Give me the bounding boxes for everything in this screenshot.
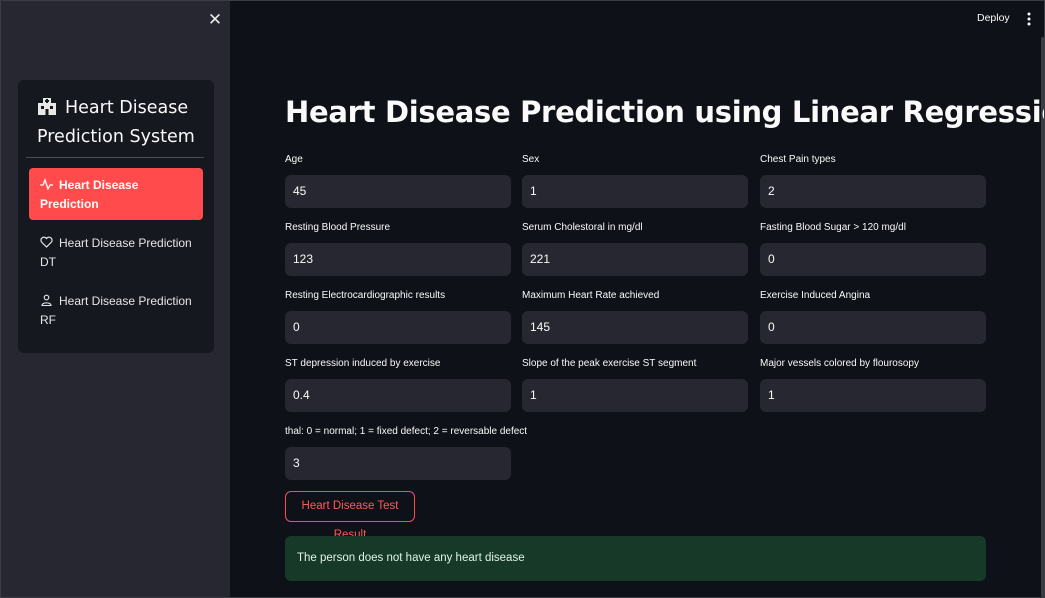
activity-icon xyxy=(40,178,53,190)
option-menu: Heart Disease Prediction System Heart Di… xyxy=(18,80,214,353)
kebab-menu-icon[interactable] xyxy=(1023,11,1035,27)
sidebar-item-label: Heart Disease Prediction xyxy=(40,178,139,211)
menu-title-text: Heart Disease Prediction System xyxy=(37,98,195,147)
hospital-icon xyxy=(38,98,56,115)
heart-icon xyxy=(40,236,53,248)
fasting-blood-sugar-input[interactable]: 0 xyxy=(760,243,986,276)
deploy-button[interactable]: Deploy xyxy=(977,12,1010,24)
major-vessels-field: Major vessels colored by flourosopy 1 xyxy=(760,357,986,412)
sidebar-item-heart-disease-prediction-rf[interactable]: Heart Disease Prediction RF xyxy=(29,284,203,338)
test-result-button[interactable]: Heart Disease Test Result xyxy=(285,491,415,541)
field-label: Major vessels colored by flourosopy xyxy=(760,358,919,369)
st-depression-input[interactable]: 0.4 xyxy=(285,379,511,412)
thal-field: thal: 0 = normal; 1 = fixed defect; 2 = … xyxy=(285,425,528,480)
field-label: Age xyxy=(285,154,303,165)
menu-divider xyxy=(26,157,204,158)
field-label: Sex xyxy=(522,154,540,165)
max-heart-rate-input[interactable]: 145 xyxy=(522,311,748,344)
cholesterol-input[interactable]: 221 xyxy=(522,243,748,276)
thal-input[interactable]: 3 xyxy=(285,447,511,480)
field-label: Chest Pain types xyxy=(760,154,836,165)
exercise-angina-field: Exercise Induced Angina 0 xyxy=(760,289,986,344)
close-icon[interactable]: ✕ xyxy=(206,11,224,29)
st-slope-field: Slope of the peak exercise ST segment 1 xyxy=(522,357,748,412)
menu-title: Heart Disease Prediction System xyxy=(37,94,207,152)
st-slope-input[interactable]: 1 xyxy=(522,379,748,412)
sex-input[interactable]: 1 xyxy=(522,175,748,208)
sidebar: ✕ Heart Disease Prediction System Heart … xyxy=(1,1,230,597)
field-label: Exercise Induced Angina xyxy=(760,290,871,301)
field-label: Resting Blood Pressure xyxy=(285,222,391,233)
page-title: Heart Disease Prediction using Linear Re… xyxy=(285,95,1045,129)
sidebar-item-label: Heart Disease Prediction DT xyxy=(40,236,192,269)
chest-pain-field: Chest Pain types 2 xyxy=(760,153,986,208)
field-label: ST depression induced by exercise xyxy=(285,358,441,369)
chest-pain-input[interactable]: 2 xyxy=(760,175,986,208)
age-field: Age 45 xyxy=(285,153,511,208)
field-label: thal: 0 = normal; 1 = fixed defect; 2 = … xyxy=(285,426,528,437)
field-label: Slope of the peak exercise ST segment xyxy=(522,358,697,369)
resting-bp-field: Resting Blood Pressure 123 xyxy=(285,221,511,276)
age-input[interactable]: 45 xyxy=(285,175,511,208)
field-label: Resting Electrocardiographic results xyxy=(285,290,446,301)
max-heart-rate-field: Maximum Heart Rate achieved 145 xyxy=(522,289,748,344)
sidebar-item-heart-disease-prediction[interactable]: Heart Disease Prediction xyxy=(29,168,203,220)
field-label: Maximum Heart Rate achieved xyxy=(522,290,660,301)
st-depression-field: ST depression induced by exercise 0.4 xyxy=(285,357,511,412)
cholesterol-field: Serum Cholestoral in mg/dl 221 xyxy=(522,221,748,276)
resting-ecg-input[interactable]: 0 xyxy=(285,311,511,344)
app-window: ✕ Heart Disease Prediction System Heart … xyxy=(0,0,1045,598)
person-icon xyxy=(41,294,52,306)
sidebar-item-heart-disease-prediction-dt[interactable]: Heart Disease Prediction DT xyxy=(29,226,203,280)
resting-ecg-field: Resting Electrocardiographic results 0 xyxy=(285,289,511,344)
field-label: Serum Cholestoral in mg/dl xyxy=(522,222,643,233)
resting-bp-input[interactable]: 123 xyxy=(285,243,511,276)
result-success-alert: The person does not have any heart disea… xyxy=(285,536,986,581)
sidebar-item-label: Heart Disease Prediction RF xyxy=(40,294,192,327)
major-vessels-input[interactable]: 1 xyxy=(760,379,986,412)
field-label: Fasting Blood Sugar > 120 mg/dl xyxy=(760,222,906,233)
fasting-blood-sugar-field: Fasting Blood Sugar > 120 mg/dl 0 xyxy=(760,221,986,276)
exercise-angina-input[interactable]: 0 xyxy=(760,311,986,344)
sex-field: Sex 1 xyxy=(522,153,748,208)
